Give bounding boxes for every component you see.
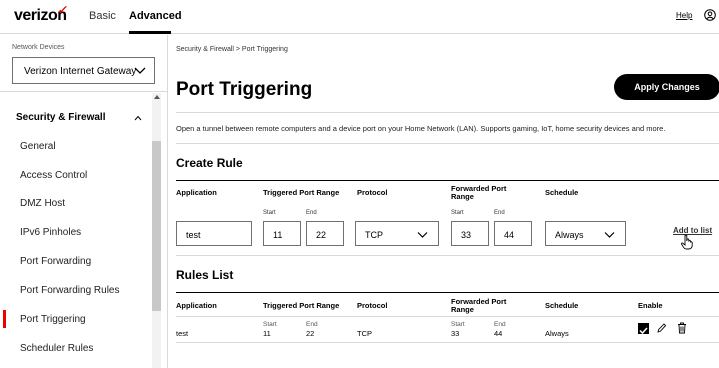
forwarded-end-label: End xyxy=(494,210,505,216)
network-devices-label: Network Devices xyxy=(12,44,65,51)
triggered-end-input[interactable]: 22 xyxy=(306,221,344,246)
rules-list-divider xyxy=(176,292,719,293)
enable-checkbox[interactable] xyxy=(638,323,649,335)
triggered-end-label: End xyxy=(306,210,317,216)
page-description: Open a tunnel between remote computers a… xyxy=(176,124,666,133)
forwarded-start-label: Start xyxy=(451,210,464,216)
breadcrumb[interactable]: Security & Firewall > Port Triggering xyxy=(176,46,288,53)
sidebar-item-ipv6-pinholes[interactable]: IPv6 Pinholes xyxy=(20,227,81,238)
row-triggered-end: 22 xyxy=(306,329,315,338)
chevron-down-icon xyxy=(134,67,146,74)
protocol-select-value: TCP xyxy=(365,230,383,240)
row-forwarded-start: 33 xyxy=(451,329,460,338)
apply-changes-button[interactable]: Apply Changes xyxy=(614,74,719,100)
sidebar-item-port-forwarding[interactable]: Port Forwarding xyxy=(20,256,91,267)
row-forwarded-end-label: End xyxy=(494,321,506,328)
row-triggered-start-label: Start xyxy=(263,321,277,328)
sidebar-divider xyxy=(0,91,167,92)
sidebar-item-port-forwarding-rules[interactable]: Port Forwarding Rules xyxy=(20,285,119,296)
hand-pointer-icon xyxy=(681,234,693,250)
nav-basic-tab[interactable]: Basic xyxy=(89,10,116,22)
list-col-protocol: Protocol xyxy=(357,301,388,310)
schedule-select-value: Always xyxy=(555,230,584,240)
sidebar-item-port-triggering[interactable]: Port Triggering xyxy=(20,314,86,325)
col-forwarded-port-range: Forwarded Port Range xyxy=(451,184,507,201)
rules-header-divider xyxy=(176,316,719,317)
checkmark-icon xyxy=(639,327,648,335)
active-item-indicator xyxy=(3,310,6,328)
col-protocol: Protocol xyxy=(357,188,388,197)
application-input-value: test xyxy=(186,230,201,240)
col-schedule: Schedule xyxy=(545,188,579,197)
list-col-forwarded-port-range: Forwarded Port Range xyxy=(451,297,507,314)
row-forwarded-end: 44 xyxy=(494,329,503,338)
help-link[interactable]: Help xyxy=(676,11,692,20)
schedule-select[interactable]: Always xyxy=(545,221,626,246)
list-col-application: Application xyxy=(176,301,217,310)
forwarded-start-input[interactable]: 33 xyxy=(451,221,489,246)
create-rule-bottom-divider xyxy=(176,255,719,256)
triggered-start-value: 11 xyxy=(273,230,283,240)
forwarded-start-value: 33 xyxy=(461,230,472,240)
user-circle-icon[interactable] xyxy=(704,9,716,21)
application-input[interactable]: test xyxy=(176,221,252,246)
row-triggered-end-label: End xyxy=(306,321,318,328)
scroll-up-arrow-icon[interactable] xyxy=(154,95,160,99)
rules-list-heading: Rules List xyxy=(176,268,234,282)
chevron-down-icon xyxy=(417,232,428,238)
pencil-icon[interactable] xyxy=(656,322,667,334)
col-application: Application xyxy=(176,188,217,197)
sidebar-item-scheduler-rules[interactable]: Scheduler Rules xyxy=(20,343,93,354)
col-triggered-port-range: Triggered Port Range xyxy=(263,188,340,197)
device-select[interactable]: Verizon Internet Gateway xyxy=(12,57,155,84)
create-rule-divider xyxy=(176,180,719,181)
list-col-schedule: Schedule xyxy=(545,301,579,310)
trash-icon[interactable] xyxy=(677,322,687,334)
protocol-select[interactable]: TCP xyxy=(355,221,439,246)
triggered-start-input[interactable]: 11 xyxy=(263,221,301,246)
sidebar-item-general[interactable]: General xyxy=(20,141,56,152)
row-triggered-start: 11 xyxy=(263,329,271,338)
chevron-down-icon xyxy=(604,232,615,238)
triggered-end-value: 22 xyxy=(316,230,327,240)
forwarded-end-value: 44 xyxy=(504,230,515,240)
row-forwarded-start-label: Start xyxy=(451,321,465,328)
sidebar-section-title[interactable]: Security & Firewall xyxy=(16,112,105,123)
title-divider xyxy=(176,112,719,113)
sidebar: Network Devices Verizon Internet Gateway… xyxy=(0,35,168,368)
active-tab-indicator xyxy=(129,31,171,34)
top-bar: verizon ✓ Basic Advanced Help xyxy=(0,0,719,34)
list-col-enable: Enable xyxy=(638,301,663,310)
nav-advanced-tab[interactable]: Advanced xyxy=(129,10,182,22)
logo-checkmark: ✓ xyxy=(56,3,70,17)
sidebar-scrollbar-thumb[interactable] xyxy=(152,141,161,311)
row-application: test xyxy=(176,329,189,338)
description-divider xyxy=(176,143,719,144)
create-rule-heading: Create Rule xyxy=(176,156,243,170)
sidebar-item-access-control[interactable]: Access Control xyxy=(20,170,87,181)
triggered-start-label: Start xyxy=(263,210,276,216)
device-select-value: Verizon Internet Gateway xyxy=(24,66,137,77)
chevron-up-icon[interactable] xyxy=(134,115,142,121)
sidebar-item-dmz-host[interactable]: DMZ Host xyxy=(20,198,65,209)
row-protocol: TCP xyxy=(357,329,372,338)
row-schedule: Always xyxy=(545,329,569,338)
forwarded-end-input[interactable]: 44 xyxy=(494,221,532,246)
list-col-triggered-port-range: Triggered Port Range xyxy=(263,301,340,310)
page-title: Port Triggering xyxy=(176,79,313,100)
rules-row-divider xyxy=(176,342,719,343)
